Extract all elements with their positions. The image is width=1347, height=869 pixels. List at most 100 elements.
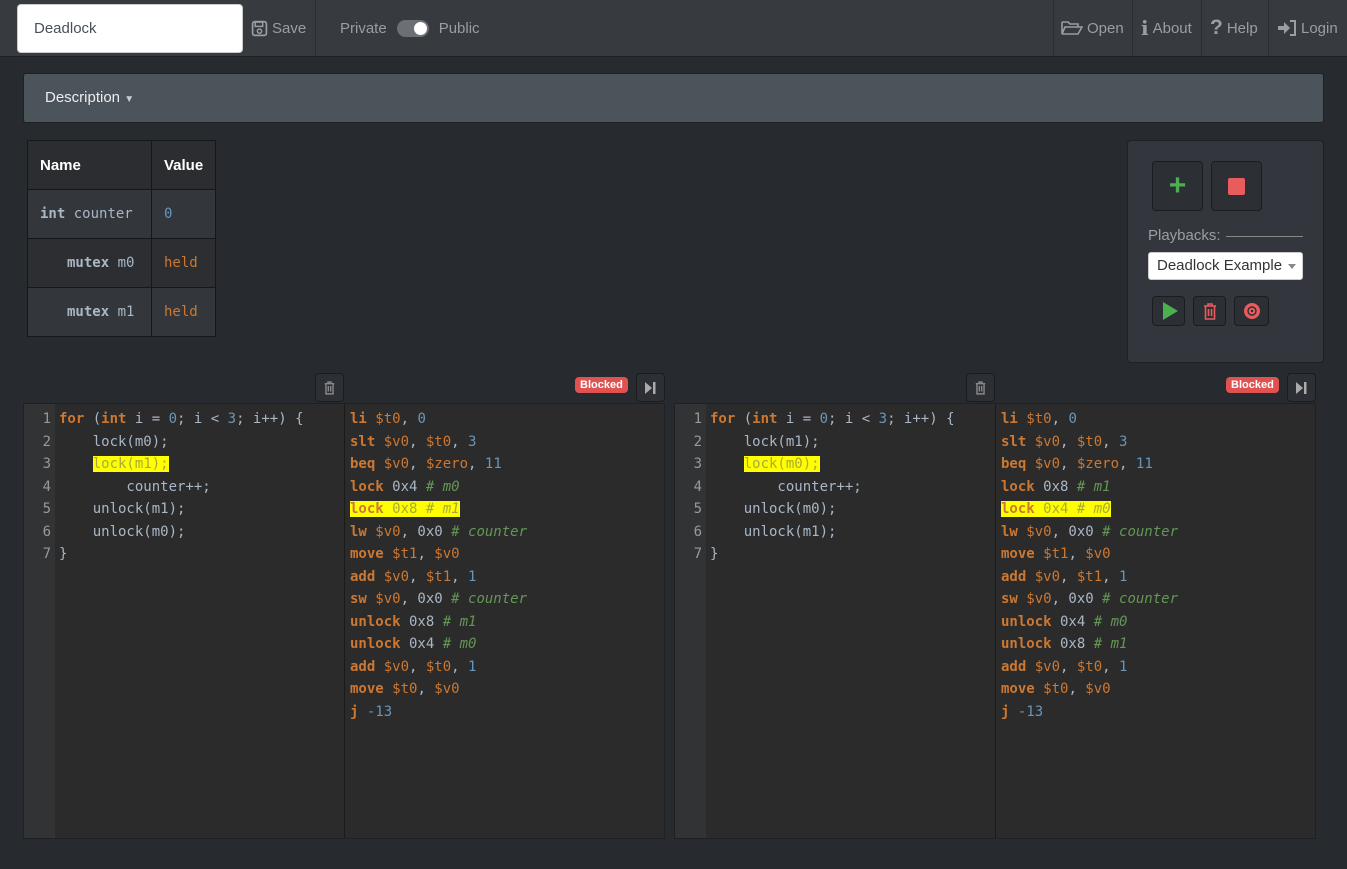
delete-playback-button[interactable]	[1193, 296, 1226, 326]
line-number: 2	[693, 433, 702, 450]
line-number: 4	[42, 478, 51, 495]
code-token: unlock(m1);	[710, 523, 837, 540]
code-token: 0x8	[1034, 478, 1077, 495]
code-token: $v0	[366, 523, 401, 540]
code-token: $t1	[1034, 546, 1069, 562]
delete-thread-button[interactable]	[966, 373, 995, 402]
variable-row: int counter 0	[27, 189, 217, 239]
step-forward-icon	[1296, 381, 1307, 394]
source-code[interactable]: for (int i = 0; i < 3; i++) { lock(m1); …	[706, 404, 996, 566]
help-button[interactable]: ? Help	[1210, 0, 1258, 56]
code-token: $v0	[375, 433, 410, 450]
code-token: ,	[409, 456, 426, 472]
add-thread-button[interactable]: +	[1152, 161, 1203, 211]
line-number: 6	[693, 523, 702, 540]
control-panel: + Playbacks: Deadlock Example	[1127, 140, 1324, 363]
playback-select[interactable]: Deadlock Example	[1148, 252, 1303, 280]
about-label: About	[1152, 19, 1192, 37]
code-line: unlock(m0);	[59, 521, 345, 544]
code-token: $v0	[375, 658, 410, 675]
code-token: lw	[1001, 523, 1018, 540]
record-button[interactable]	[1234, 296, 1269, 326]
code-line: lock(m0);	[710, 453, 996, 476]
description-toggle[interactable]: Description ▼	[23, 73, 1324, 123]
code-token: 3	[1119, 433, 1128, 450]
stop-icon	[1228, 177, 1245, 195]
delete-thread-button[interactable]	[315, 373, 344, 402]
highlighted-code: lock 0x8 # m1	[350, 501, 460, 517]
code-token: ,	[1102, 658, 1120, 675]
variable-row: mutex m1 held	[27, 287, 217, 337]
code-line: move $t1, $v0	[350, 543, 665, 566]
assembly-code[interactable]: li $t0, 0 slt $v0, $t0, 3 beq $v0, $zero, …	[995, 404, 1316, 838]
line-numbers: 1 2 3 4 5 6 7	[24, 404, 55, 838]
play-icon	[1163, 302, 1178, 320]
save-label: Save	[272, 19, 307, 37]
code-token: add	[350, 568, 376, 585]
visibility-toggle-group: Private Public	[340, 0, 480, 56]
code-token: lock(m0);	[743, 456, 820, 472]
code-token: move	[1001, 546, 1035, 562]
step-button[interactable]	[1287, 373, 1316, 402]
code-token: $v0	[1085, 681, 1111, 697]
step-button[interactable]	[636, 373, 665, 402]
private-label: Private	[340, 19, 387, 37]
description-label: Description	[45, 89, 121, 106]
about-button[interactable]: i About	[1141, 0, 1192, 56]
title-input[interactable]: Deadlock	[17, 4, 243, 53]
login-button[interactable]: Login	[1277, 0, 1338, 56]
source-code[interactable]: for (int i = 0; i < 3; i++) { lock(m0); …	[55, 404, 345, 566]
value-header: Value	[150, 140, 217, 190]
public-label: Public	[438, 19, 480, 37]
code-token: -13	[366, 703, 393, 720]
code-line: unlock 0x4 # m0	[350, 633, 665, 656]
code-token: -13	[1017, 703, 1044, 720]
var-value: held	[150, 238, 217, 288]
name-header: Name	[27, 140, 152, 190]
code-line: lw $v0, 0x0 # counter	[350, 521, 665, 544]
code-token: ,	[400, 411, 418, 427]
code-token: ,	[1102, 568, 1120, 585]
code-token: 11	[1135, 456, 1153, 472]
code-token: 1	[468, 658, 477, 675]
line-number: 7	[42, 546, 51, 562]
assembly-code[interactable]: li $t0, 0 slt $v0, $t0, 3 beq $v0, $zero, …	[344, 404, 665, 838]
play-button[interactable]	[1152, 296, 1185, 326]
code-line: lock 0x8 # m1	[350, 498, 665, 521]
code-token: $v0	[1017, 523, 1052, 540]
code-token: beq	[350, 456, 376, 472]
code-token: # m1	[1076, 478, 1111, 495]
code-token: unlock	[1001, 613, 1052, 630]
code-token: li	[1001, 411, 1018, 427]
plus-icon: +	[1168, 169, 1187, 202]
code-token: ; i++) {	[887, 411, 955, 427]
code-token: lock(m0);	[59, 433, 169, 450]
line-number: 7	[693, 546, 702, 562]
code-token: 0	[168, 411, 178, 427]
line-number: 2	[42, 433, 51, 450]
code-line: li $t0, 0	[1001, 408, 1316, 431]
code-token: }	[59, 546, 68, 562]
sign-in-icon	[1278, 20, 1296, 36]
open-button[interactable]: Open	[1061, 0, 1124, 56]
code-token: li	[350, 411, 367, 427]
code-token: $v0	[1026, 658, 1061, 675]
navbar: Deadlock Save Private Public Open i Abou…	[0, 0, 1347, 57]
visibility-toggle[interactable]	[396, 19, 429, 37]
code-token: ,	[409, 658, 426, 675]
code-token: lock	[1001, 501, 1035, 517]
code-line: move $t0, $v0	[1001, 678, 1316, 701]
code-line: slt $v0, $t0, 3	[350, 431, 665, 454]
code-line: for (int i = 0; i < 3; i++) {	[59, 408, 345, 431]
code-token: (	[735, 411, 753, 427]
code-token: ,	[1060, 658, 1077, 675]
open-label: Open	[1087, 19, 1124, 37]
stop-button[interactable]	[1211, 161, 1262, 211]
code-line: j -13	[350, 701, 665, 724]
code-token: $v0	[1026, 433, 1061, 450]
code-token: (	[84, 411, 102, 427]
code-token: i =	[126, 411, 169, 427]
thread-editor: 1 2 3 4 5 6 7 for (int i = 0; i < 3; i++) { loc…	[23, 403, 665, 839]
save-button[interactable]: Save	[251, 0, 306, 56]
